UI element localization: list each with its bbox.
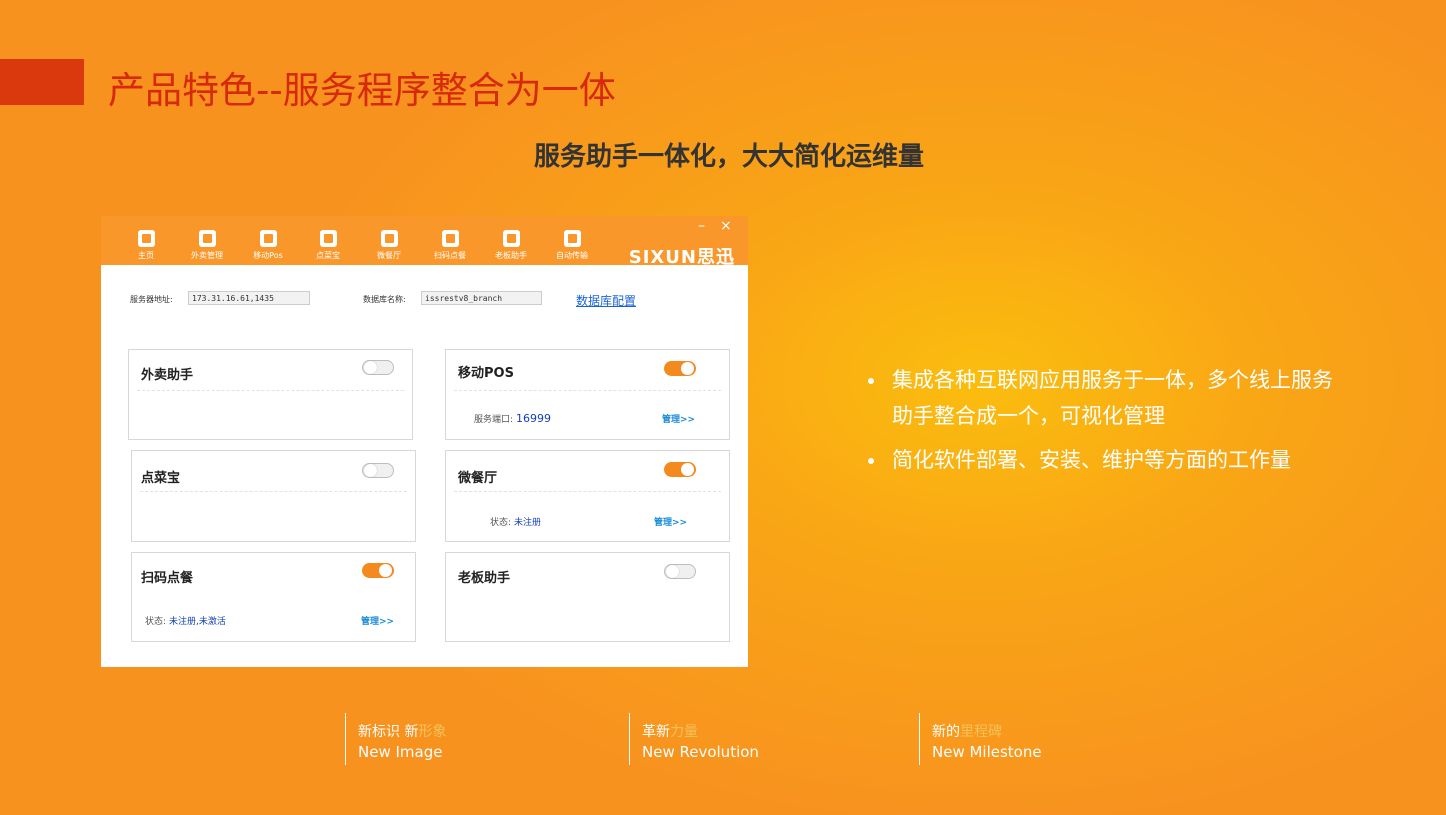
footer-cn: 新的里程碑 <box>932 724 1002 740</box>
toolbar-home[interactable]: 主页 <box>118 230 174 261</box>
toolbar-mobile-pos[interactable]: 移动Pos <box>240 230 296 261</box>
card-title: 外卖助手 <box>141 368 194 383</box>
toolbar-label: 点菜宝 <box>316 251 340 260</box>
registration-status: 状态: 未注册,未激活 <box>145 617 226 627</box>
service-card-boss-assistant: 老板助手 <box>445 552 730 642</box>
micro-restaurant-toggle[interactable] <box>664 462 696 477</box>
db-name-field[interactable]: issrestv8_branch <box>421 291 542 305</box>
title-accent-bar <box>0 59 84 105</box>
card-divider <box>137 390 404 391</box>
toolbar-label: 微餐厅 <box>377 251 401 260</box>
footer-cn: 革新力量 <box>642 724 698 740</box>
card-divider <box>454 491 721 492</box>
card-title: 移动POS <box>458 366 514 381</box>
slide-title: 产品特色--服务程序整合为一体 <box>108 69 616 112</box>
toolbar-boss-assistant[interactable]: 老板助手 <box>483 230 539 261</box>
registration-status: 状态: 未注册 <box>490 518 542 528</box>
toolbar-label: 外卖管理 <box>191 251 223 260</box>
service-card-micro-restaurant: 微餐厅 状态: 未注册 管理>> <box>445 450 730 542</box>
brand-logo: SIXUN思迅 <box>628 247 735 268</box>
card-title: 微餐厅 <box>458 471 498 486</box>
toolbar-label: 自动传输 <box>556 251 588 260</box>
footer-cn: 新标识 新形象 <box>358 724 447 740</box>
manage-link[interactable]: 管理>> <box>361 614 394 627</box>
footer-en: New Milestone <box>932 743 1042 761</box>
slide-subtitle: 服务助手一体化，大大简化运维量 <box>533 142 924 172</box>
footer-en: New Image <box>358 743 443 761</box>
qr-code-icon <box>441 230 459 247</box>
mobile-icon <box>259 230 277 247</box>
fork-knife-icon <box>198 230 216 247</box>
card-title: 扫码点餐 <box>141 571 194 586</box>
toolbar-micro-restaurant[interactable]: 微餐厅 <box>361 230 417 261</box>
toolbar-label: 主页 <box>138 251 154 260</box>
service-card-mobile-pos: 移动POS 服务端口: 16999 管理>> <box>445 349 730 440</box>
mobile-pos-toggle[interactable] <box>664 361 696 376</box>
footer-item-image: 新标识 新形象 New Image <box>345 713 446 765</box>
boss-icon <box>502 230 520 247</box>
close-button[interactable]: × <box>720 218 732 234</box>
toolbar-auto-transfer[interactable]: 自动传输 <box>544 230 600 261</box>
footer-item-revolution: 革新力量 New Revolution <box>629 713 759 765</box>
feature-list: 集成各种互联网应用服务于一体，多个线上服务助手整合成一个，可视化管理 简化软件部… <box>866 362 1336 486</box>
scan-order-toggle[interactable] <box>362 563 394 578</box>
card-title: 老板助手 <box>458 571 511 586</box>
server-address-field[interactable]: 173.31.16.61,1435 <box>188 291 310 305</box>
feature-item: 简化软件部署、安装、维护等方面的工作量 <box>866 442 1336 478</box>
db-config-link[interactable]: 数据库配置 <box>576 292 636 309</box>
boss-assistant-toggle[interactable] <box>664 564 696 579</box>
card-divider <box>140 491 407 492</box>
toolbar-diancaibao[interactable]: 点菜宝 <box>300 230 356 261</box>
takeout-toggle[interactable] <box>362 360 394 375</box>
service-card-scan-order: 扫码点餐 状态: 未注册,未激活 管理>> <box>131 552 416 642</box>
minimize-button[interactable]: – <box>698 218 705 234</box>
manage-link[interactable]: 管理>> <box>654 515 687 528</box>
feature-item: 集成各种互联网应用服务于一体，多个线上服务助手整合成一个，可视化管理 <box>866 362 1336 434</box>
app-toolbar: 主页 外卖管理 移动Pos 点菜宝 微餐厅 扫码点餐 老板助手 自动传输 – ×… <box>101 216 748 268</box>
toolbar-takeout[interactable]: 外卖管理 <box>179 230 235 261</box>
db-name-label: 数据库名称: <box>363 295 406 304</box>
manage-link[interactable]: 管理>> <box>662 412 695 425</box>
service-card-diancaibao: 点菜宝 <box>131 450 416 542</box>
home-icon <box>137 230 155 247</box>
device-icon <box>319 230 337 247</box>
toolbar-label: 老板助手 <box>495 251 527 260</box>
server-address-label: 服务器地址: <box>130 295 173 304</box>
footer-en: New Revolution <box>642 743 759 761</box>
service-port: 服务端口: 16999 <box>474 412 552 425</box>
service-card-takeout: 外卖助手 <box>128 349 413 440</box>
restaurant-icon <box>380 230 398 247</box>
footer-item-milestone: 新的里程碑 New Milestone <box>919 713 1042 765</box>
card-title: 点菜宝 <box>141 471 181 486</box>
diancaibao-toggle[interactable] <box>362 463 394 478</box>
toolbar-label: 扫码点餐 <box>434 251 466 260</box>
toolbar-scan-order[interactable]: 扫码点餐 <box>422 230 478 261</box>
card-divider <box>454 390 721 391</box>
toolbar-label: 移动Pos <box>253 251 283 260</box>
app-window: 主页 外卖管理 移动Pos 点菜宝 微餐厅 扫码点餐 老板助手 自动传输 – ×… <box>101 216 748 667</box>
transfer-icon <box>563 230 581 247</box>
